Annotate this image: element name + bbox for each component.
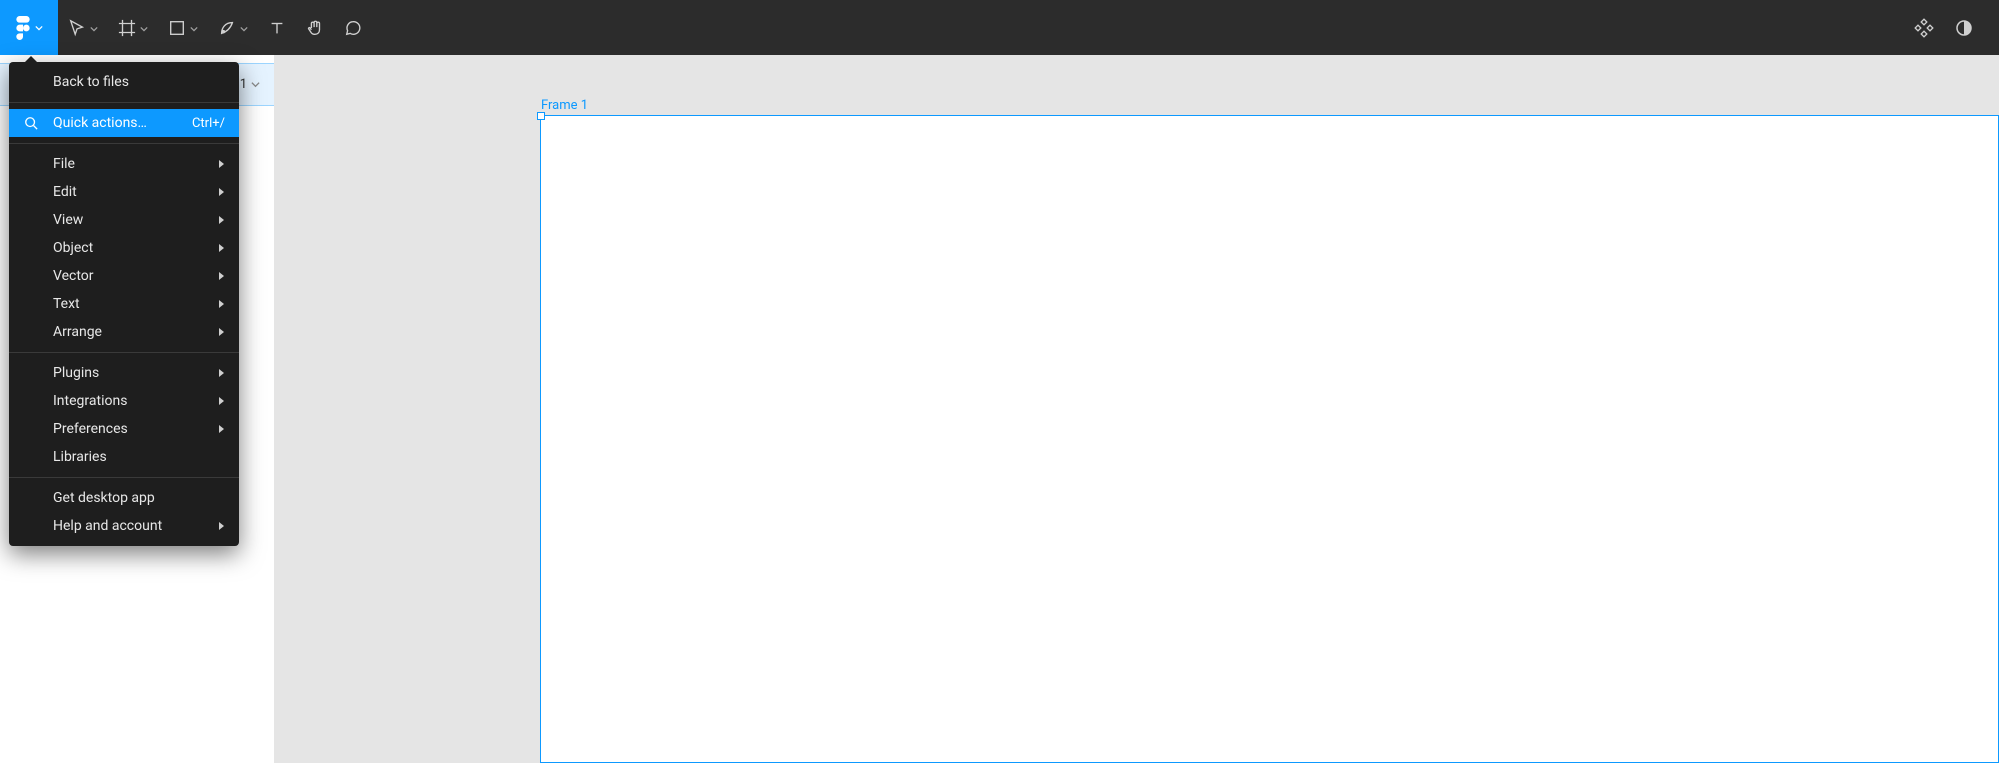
menu-item-label: File (53, 156, 75, 172)
submenu-arrow-icon (217, 327, 225, 337)
menu-item-label: Get desktop app (53, 490, 155, 506)
menu-libraries[interactable]: Libraries (9, 443, 239, 471)
submenu-arrow-icon (217, 299, 225, 309)
menu-integrations[interactable]: Integrations (9, 387, 239, 415)
menu-arrange[interactable]: Arrange (9, 318, 239, 346)
pen-icon (218, 19, 236, 37)
main-toolbar (0, 0, 1999, 55)
submenu-arrow-icon (217, 159, 225, 169)
search-icon (23, 115, 39, 131)
menu-item-shortcut: Ctrl+/ (192, 116, 225, 131)
menu-item-label: Object (53, 240, 93, 256)
submenu-arrow-icon (217, 187, 225, 197)
menu-view[interactable]: View (9, 206, 239, 234)
dark-mode-icon[interactable] (1953, 17, 1975, 39)
menu-item-label: Arrange (53, 324, 102, 340)
submenu-arrow-icon (217, 215, 225, 225)
menu-item-label: Vector (53, 268, 94, 284)
menu-separator (9, 143, 239, 144)
frame-tool[interactable] (108, 0, 158, 55)
submenu-arrow-icon (217, 271, 225, 281)
chevron-down-icon (90, 18, 98, 37)
menu-file[interactable]: File (9, 150, 239, 178)
components-icon[interactable] (1913, 17, 1935, 39)
menu-item-label: Libraries (53, 449, 107, 465)
menu-item-label: Help and account (53, 518, 162, 534)
figma-logo-button[interactable] (0, 0, 58, 55)
submenu-arrow-icon (217, 521, 225, 531)
menu-separator (9, 352, 239, 353)
menu-separator (9, 102, 239, 103)
menu-item-label: Back to files (53, 74, 129, 90)
menu-item-label: Quick actions… (53, 115, 147, 131)
submenu-arrow-icon (217, 368, 225, 378)
menu-item-label: Preferences (53, 421, 128, 437)
chevron-down-icon (190, 18, 198, 37)
pen-tool[interactable] (208, 0, 258, 55)
figma-logo-icon (15, 16, 31, 40)
menu-object[interactable]: Object (9, 234, 239, 262)
menu-item-label: Edit (53, 184, 77, 200)
selection-handle[interactable] (537, 112, 545, 120)
main-menu: Back to files Quick actions… Ctrl+/ File… (9, 62, 239, 546)
text-tool[interactable] (258, 0, 296, 55)
menu-item-label: Plugins (53, 365, 99, 381)
hand-tool[interactable] (296, 0, 334, 55)
move-icon (68, 19, 86, 37)
menu-back-to-files[interactable]: Back to files (9, 68, 239, 96)
menu-item-label: Integrations (53, 393, 127, 409)
submenu-arrow-icon (217, 243, 225, 253)
canvas[interactable]: Frame 1 (275, 55, 1999, 763)
frame-label[interactable]: Frame 1 (541, 98, 588, 113)
menu-text[interactable]: Text (9, 290, 239, 318)
chevron-down-icon (240, 18, 248, 37)
menu-get-desktop-app[interactable]: Get desktop app (9, 484, 239, 512)
shape-icon (168, 19, 186, 37)
comment-tool[interactable] (334, 0, 372, 55)
menu-item-label: Text (53, 296, 80, 312)
menu-vector[interactable]: Vector (9, 262, 239, 290)
menu-plugins[interactable]: Plugins (9, 359, 239, 387)
menu-help-and-account[interactable]: Help and account (9, 512, 239, 540)
submenu-arrow-icon (217, 424, 225, 434)
menu-quick-actions[interactable]: Quick actions… Ctrl+/ (9, 109, 239, 137)
chevron-down-icon (140, 18, 148, 37)
move-tool[interactable] (58, 0, 108, 55)
menu-item-label: View (53, 212, 83, 228)
layer-row-label: 1 (240, 77, 247, 92)
frame-1[interactable]: Frame 1 (540, 115, 1999, 763)
text-icon (268, 19, 286, 37)
submenu-arrow-icon (217, 396, 225, 406)
chevron-down-icon (35, 24, 43, 32)
comment-icon (344, 19, 362, 37)
shape-tool[interactable] (158, 0, 208, 55)
menu-separator (9, 477, 239, 478)
menu-preferences[interactable]: Preferences (9, 415, 239, 443)
menu-edit[interactable]: Edit (9, 178, 239, 206)
hand-icon (306, 19, 324, 37)
chevron-down-icon (251, 80, 260, 89)
frame-icon (118, 19, 136, 37)
